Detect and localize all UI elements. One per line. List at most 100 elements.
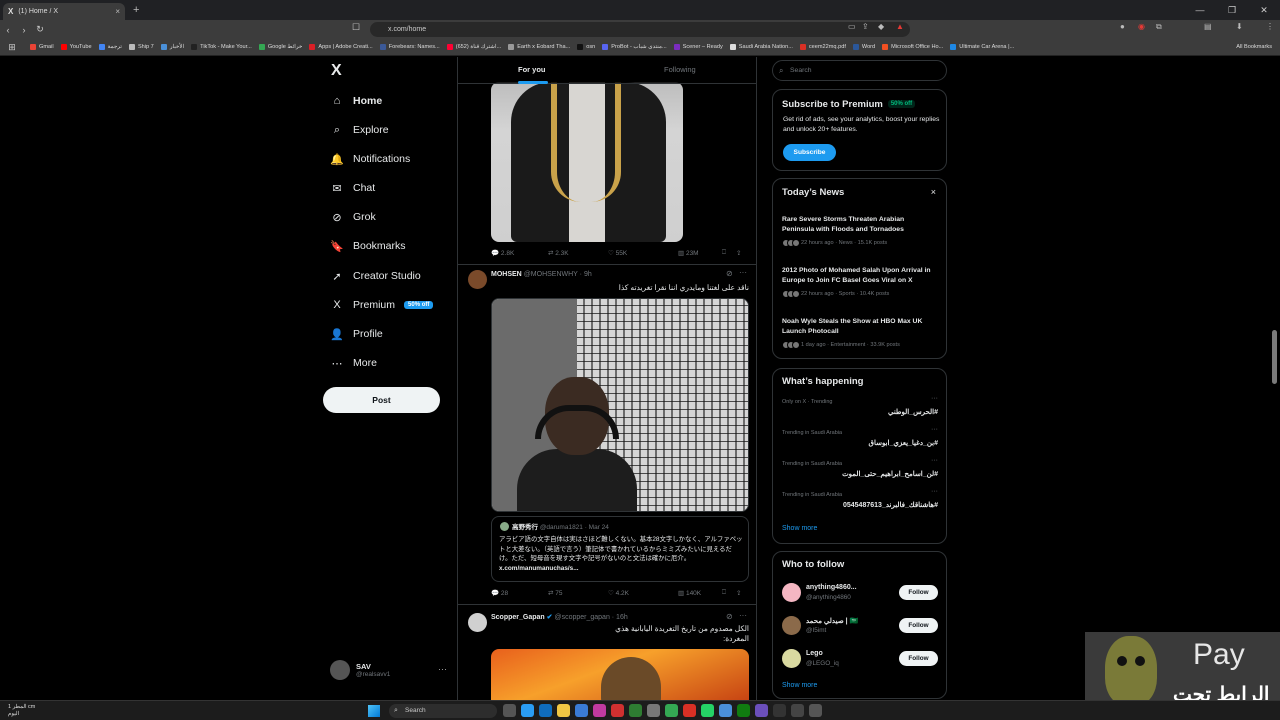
app-icon[interactable] bbox=[647, 704, 660, 717]
bookmark-item[interactable]: ترجمة bbox=[98, 44, 122, 50]
app-icon[interactable] bbox=[791, 704, 804, 717]
nav-item-grok[interactable]: ⊘ Grok bbox=[330, 210, 375, 224]
app-icon[interactable] bbox=[809, 704, 822, 717]
bookmark-item[interactable]: Gmail bbox=[30, 44, 54, 50]
tweet-image[interactable] bbox=[491, 649, 749, 700]
xbox-icon[interactable] bbox=[629, 704, 642, 717]
avatar[interactable] bbox=[468, 613, 487, 632]
bookmark-item[interactable]: الأخبار bbox=[160, 44, 184, 50]
trend-more-icon[interactable]: ··· bbox=[931, 457, 938, 464]
avatar[interactable] bbox=[468, 270, 487, 289]
grok-icon[interactable]: ⊘ bbox=[726, 612, 733, 621]
extension-icon[interactable]: ● bbox=[1120, 22, 1125, 31]
follow-button[interactable]: Follow bbox=[899, 651, 938, 666]
like-button[interactable]: ♡ 4.2K bbox=[608, 589, 678, 598]
reply-button[interactable]: 💬 2.8K bbox=[491, 249, 548, 258]
close-window-icon[interactable]: ✕ bbox=[1248, 0, 1280, 20]
new-tab-button[interactable]: + bbox=[133, 4, 139, 16]
account-switcher[interactable]: SAV @realsavv1 bbox=[330, 660, 390, 680]
trend-more-icon[interactable]: ··· bbox=[931, 488, 938, 495]
tweet-image[interactable] bbox=[491, 82, 683, 242]
bookmark-item[interactable]: Ultimate Car Arena |... bbox=[950, 44, 1014, 50]
bookmark-item[interactable]: Apps | Adobe Creati... bbox=[309, 44, 373, 50]
tweet-image[interactable] bbox=[491, 298, 749, 512]
account-more-icon[interactable]: ··· bbox=[438, 664, 447, 674]
bookmark-item[interactable]: Google خرائط bbox=[258, 44, 302, 50]
like-button[interactable]: ♡ 55K bbox=[608, 249, 678, 258]
extensions-icon[interactable]: ⧉ bbox=[1156, 22, 1162, 32]
bookmark-page-icon[interactable]: ☐ bbox=[352, 22, 360, 33]
grok-icon[interactable]: ⊘ bbox=[726, 269, 733, 278]
suggested-user-name[interactable]: Lego bbox=[806, 650, 823, 657]
trend-hashtag[interactable]: #هاشناقك_فالبرند_0545487613 bbox=[843, 501, 938, 509]
scrollbar-thumb[interactable] bbox=[1272, 330, 1277, 384]
taskbar-search[interactable]: ⌕ Search bbox=[389, 704, 497, 718]
tweet-author[interactable]: Scopper_Gapan ✔ @scopper_gapan · 16h bbox=[491, 613, 628, 621]
trend-hashtag[interactable]: #بن_دغيا_يعزي_ابوساق bbox=[869, 439, 938, 447]
app-icon[interactable] bbox=[593, 704, 606, 717]
quote-link[interactable]: x.com/manumanuchas/s... bbox=[499, 565, 579, 572]
menu-icon[interactable]: ⋮ bbox=[1266, 22, 1274, 31]
apps-grid-icon[interactable]: ⊞ bbox=[4, 42, 20, 53]
trend-hashtag[interactable]: #لن_اسامح_ابراهيم_حتى_الموت bbox=[842, 470, 938, 478]
nav-item-premium[interactable]: X Premium 50% off bbox=[330, 298, 434, 312]
tab-following[interactable]: Following bbox=[664, 65, 696, 74]
views-button[interactable]: ▥ 140K bbox=[678, 589, 722, 598]
nav-item-more[interactable]: ⋯ More bbox=[330, 356, 377, 370]
bookmark-item[interactable]: Forebears: Names... bbox=[379, 44, 440, 50]
edge-icon[interactable] bbox=[539, 704, 552, 717]
news-headline[interactable]: Noah Wyle Steals the Show at HBO Max UK … bbox=[782, 317, 937, 336]
reload-icon[interactable]: ↻ bbox=[32, 24, 48, 35]
forward-icon[interactable]: › bbox=[16, 25, 32, 35]
bookmark-icon[interactable]: ⎕ bbox=[722, 249, 736, 257]
bookmark-item[interactable]: TikTok - Make Your... bbox=[191, 44, 252, 50]
bookmark-item[interactable]: ceem22mq.pdf bbox=[799, 44, 846, 50]
task-view-icon[interactable] bbox=[503, 704, 516, 717]
nav-item-notifications[interactable]: 🔔 Notifications bbox=[330, 152, 410, 166]
trend-hashtag[interactable]: #الحرس_الوطني bbox=[888, 408, 938, 416]
bookmark-item[interactable]: ProBot - منتدى شباب... bbox=[602, 44, 667, 50]
suggested-user-name[interactable]: صيدلي محمد | 🇸🇦 bbox=[806, 617, 858, 625]
nav-item-chat[interactable]: ✉ Chat bbox=[330, 181, 375, 195]
tab-for-you[interactable]: For you bbox=[518, 65, 546, 74]
app-icon[interactable] bbox=[737, 704, 750, 717]
alert-icon[interactable]: ▲ bbox=[896, 22, 904, 31]
reply-button[interactable]: 💬 28 bbox=[491, 589, 548, 598]
close-icon[interactable]: × bbox=[931, 187, 936, 197]
download-icon[interactable]: ⬇ bbox=[1236, 22, 1243, 31]
sidebar-icon[interactable]: ▤ bbox=[1204, 22, 1212, 31]
extension-red-icon[interactable]: ◉ bbox=[1138, 22, 1145, 31]
tab-close-icon[interactable]: × bbox=[115, 7, 120, 16]
bookmark-item[interactable]: Word bbox=[852, 44, 875, 50]
x-logo[interactable]: X bbox=[331, 62, 342, 80]
search-input[interactable]: ⌕ Search bbox=[772, 60, 947, 81]
app-icon[interactable] bbox=[719, 704, 732, 717]
share-icon[interactable]: ⇪ bbox=[736, 249, 741, 257]
store-icon[interactable] bbox=[575, 704, 588, 717]
weather-widget[interactable]: المطر 1 cm اليوم bbox=[8, 704, 35, 718]
subscribe-button[interactable]: Subscribe bbox=[783, 144, 836, 161]
app-icon[interactable] bbox=[755, 704, 768, 717]
trend-more-icon[interactable]: ··· bbox=[931, 395, 938, 402]
shield-icon[interactable]: ◆ bbox=[878, 22, 884, 31]
share-icon[interactable]: ⇪ bbox=[736, 589, 741, 597]
back-icon[interactable]: ‹ bbox=[0, 25, 16, 35]
bookmark-item[interactable]: osn bbox=[577, 44, 595, 50]
show-more-link[interactable]: Show more bbox=[782, 525, 817, 532]
news-headline[interactable]: Rare Severe Storms Threaten Arabian Peni… bbox=[782, 215, 937, 234]
quoted-tweet[interactable]: 高野秀行 @daruma1821 · Mar 24 アラビア語の文字自体は実はさ… bbox=[491, 516, 749, 582]
views-button[interactable]: ▥ 23M bbox=[678, 249, 722, 258]
brave-icon[interactable] bbox=[683, 704, 696, 717]
nav-item-explore[interactable]: ⌕ Explore bbox=[330, 123, 389, 137]
url-input[interactable]: x.com/home bbox=[370, 22, 910, 37]
suggested-user-name[interactable]: anything4860... bbox=[806, 584, 857, 591]
minimize-icon[interactable]: — bbox=[1184, 0, 1216, 20]
nav-item-creator-studio[interactable]: ➚ Creator Studio bbox=[330, 269, 420, 283]
tweet-more-icon[interactable]: ··· bbox=[739, 268, 747, 277]
whatsapp-icon[interactable] bbox=[701, 704, 714, 717]
avatar[interactable] bbox=[782, 616, 801, 635]
nav-item-home[interactable]: ⌂ Home bbox=[330, 94, 383, 108]
nav-item-bookmarks[interactable]: 🔖 Bookmarks bbox=[330, 239, 405, 253]
nav-item-profile[interactable]: 👤 Profile bbox=[330, 327, 383, 341]
widgets-icon[interactable] bbox=[521, 704, 534, 717]
